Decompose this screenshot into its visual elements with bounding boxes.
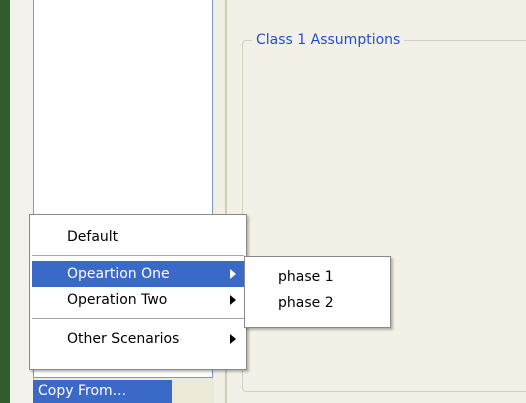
menu-item-default[interactable]: Default (32, 224, 244, 250)
menu-item-label: Default (67, 229, 119, 245)
menu-item-label: Operation Two (67, 292, 168, 308)
submenu-item-label: phase 2 (278, 295, 334, 311)
window-edge (0, 0, 10, 403)
context-menu: Default Opeartion One Operation Two Othe… (29, 214, 247, 370)
menu-item-label: Other Scenarios (67, 331, 180, 347)
menu-item-operation-two[interactable]: Operation Two (32, 287, 244, 313)
menu-item-other-scenarios[interactable]: Other Scenarios (32, 326, 244, 352)
class-1-assumptions-group (242, 40, 526, 392)
submenu-arrow-icon (230, 269, 236, 279)
submenu-item-phase-1[interactable]: phase 1 (247, 264, 388, 290)
copy-from-button[interactable]: Copy From... (33, 380, 172, 403)
menu-separator (32, 255, 244, 256)
operation-one-submenu: phase 1 phase 2 (244, 256, 391, 328)
group-title: Class 1 Assumptions (252, 30, 405, 50)
submenu-item-phase-2[interactable]: phase 2 (247, 290, 388, 316)
menu-item-label: Opeartion One (67, 266, 170, 282)
menu-item-operation-one[interactable]: Opeartion One (32, 261, 244, 287)
submenu-arrow-icon (230, 334, 236, 344)
menu-separator (32, 318, 244, 319)
submenu-arrow-icon (230, 295, 236, 305)
submenu-item-label: phase 1 (278, 269, 334, 285)
